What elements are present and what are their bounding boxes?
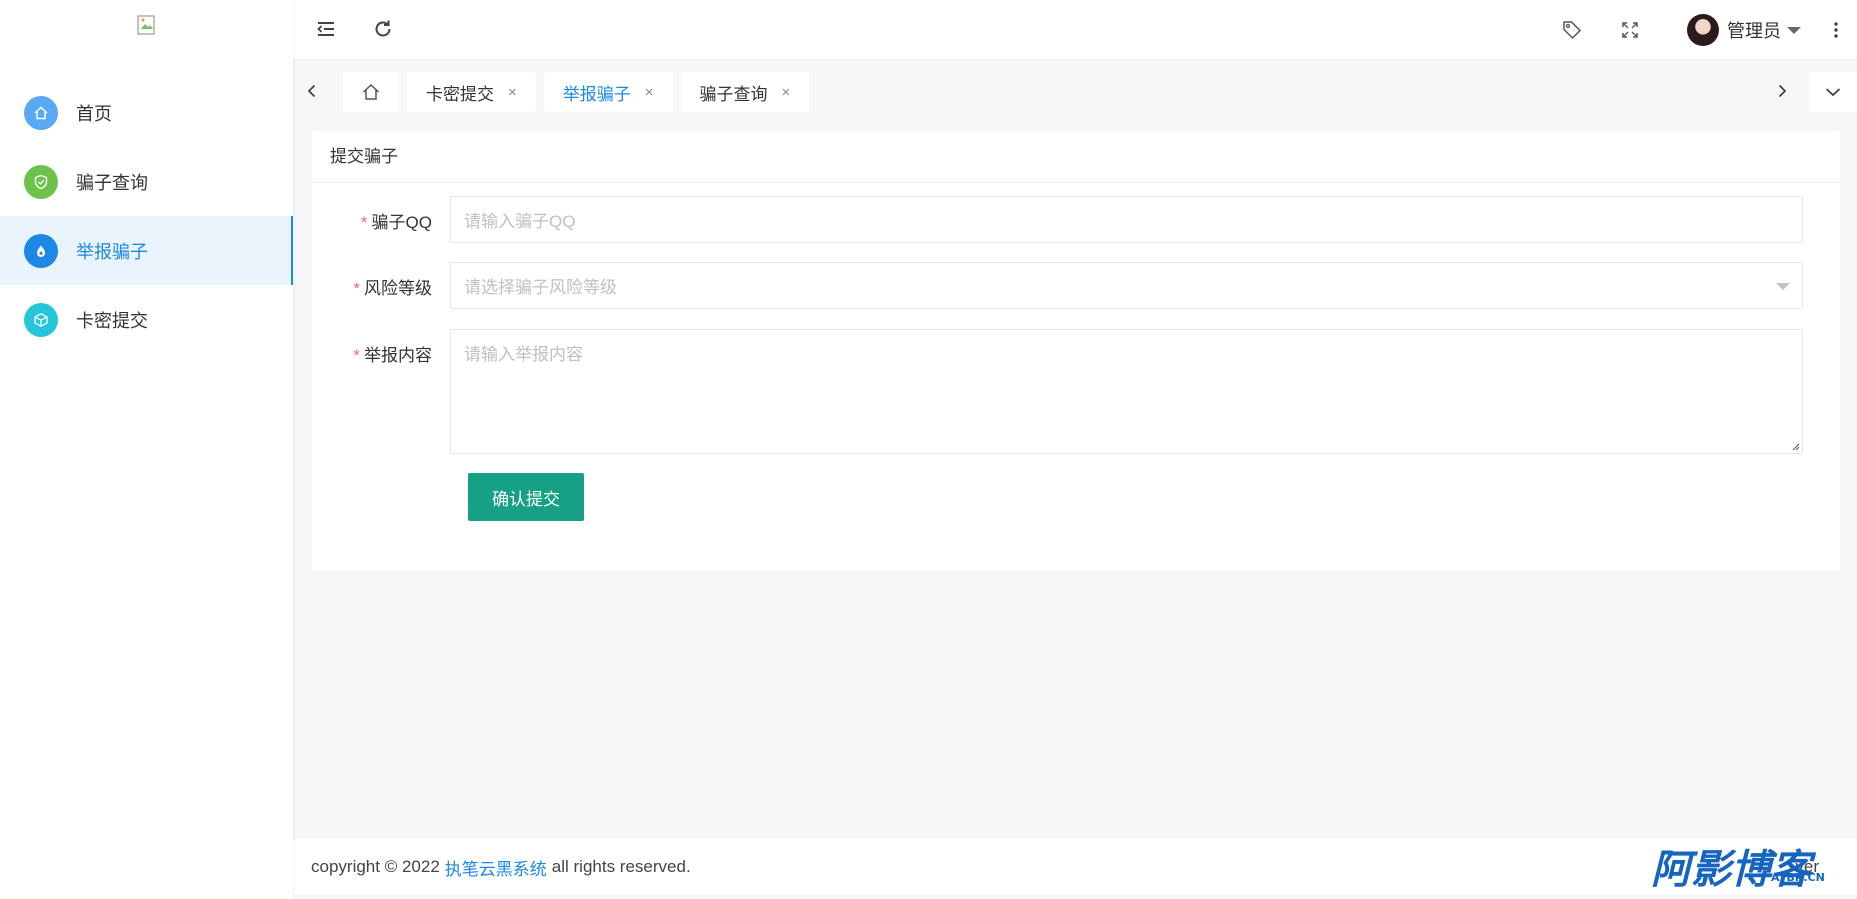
sidebar-item-label: 骗子查询 xyxy=(76,172,148,193)
footer: copyright © 2022 执笔云黑系统 all rights reser… xyxy=(293,839,1857,895)
tab-scroll-right-icon[interactable] xyxy=(1765,72,1799,110)
qq-label: 骗子QQ xyxy=(371,213,432,232)
tab-scroll-left-icon[interactable] xyxy=(295,72,329,110)
sidebar-item-scammer-query[interactable]: 骗子查询 xyxy=(0,147,293,216)
sidebar-item-label: 首页 xyxy=(76,103,112,124)
qq-placeholder: 请输入骗子QQ xyxy=(464,212,576,231)
card-title: 提交骗子 xyxy=(312,131,1840,183)
risk-level-select[interactable]: 请选择骗子风险等级 xyxy=(450,262,1803,309)
chevron-down-icon xyxy=(1825,88,1841,97)
alert-drop-icon xyxy=(24,233,58,268)
scammer-qq-input[interactable]: 请输入骗子QQ xyxy=(450,196,1803,243)
tab-card-submit[interactable]: 卡密提交 × xyxy=(407,72,536,112)
tab-label: 卡密提交 xyxy=(426,84,494,104)
sidebar-item-label: 卡密提交 xyxy=(76,310,148,331)
required-mark: * xyxy=(353,346,360,365)
tab-label: 骗子查询 xyxy=(699,84,768,104)
report-card: 提交骗子 * 骗子QQ 请输入骗子QQ * 风险等级 请选择骗子风险等级 * 举报内容… xyxy=(312,131,1840,571)
sidebar-item-report-scammer[interactable]: 举报骗子 xyxy=(0,216,293,285)
cube-icon xyxy=(24,302,58,337)
content-label: 举报内容 xyxy=(364,346,432,365)
user-name: 管理员 xyxy=(1727,21,1781,41)
sidebar-item-card-submit[interactable]: 卡密提交 xyxy=(0,285,293,354)
caret-down-icon xyxy=(1787,26,1801,34)
user-menu[interactable]: 管理员 xyxy=(1687,14,1801,46)
copyright-text: copyright © 2022 xyxy=(311,857,440,876)
caret-down-icon xyxy=(1776,283,1790,290)
avatar xyxy=(1687,14,1719,46)
sidebar-menu: 首页 骗子查询 举报骗子 卡密提交 xyxy=(0,78,293,354)
top-header: 管理员 xyxy=(293,0,1857,60)
sidebar-item-label: 举报骗子 xyxy=(76,241,148,262)
footer-system-link[interactable]: 执笔云黑系统 xyxy=(445,855,547,880)
sidebar: 首页 骗子查询 举报骗子 卡密提交 xyxy=(0,0,293,899)
required-mark: * xyxy=(360,213,368,232)
watermark-logo: 阿影博客 AYBK.CN xyxy=(1651,847,1825,893)
broken-image-icon xyxy=(136,14,158,36)
tab-label: 举报骗子 xyxy=(562,84,631,104)
tag-icon[interactable] xyxy=(1557,15,1587,45)
menu-collapse-icon[interactable] xyxy=(311,14,341,44)
required-mark: * xyxy=(353,279,360,298)
refresh-icon[interactable] xyxy=(368,14,398,44)
tab-home[interactable] xyxy=(343,72,399,112)
close-icon[interactable]: × xyxy=(508,84,517,101)
home-icon xyxy=(24,95,58,130)
tab-report-scammer[interactable]: 举报骗子 × xyxy=(543,72,673,112)
risk-placeholder: 请选择骗子风险等级 xyxy=(464,278,617,297)
tab-list: 卡密提交 × 举报骗子 × 骗子查询 × xyxy=(343,72,810,112)
svg-text:AYBK.CN: AYBK.CN xyxy=(1771,871,1825,884)
resize-handle-icon[interactable] xyxy=(1791,442,1800,451)
tabs-bar: 卡密提交 × 举报骗子 × 骗子查询 × xyxy=(293,60,1857,122)
svg-text:阿影博客: 阿影博客 xyxy=(1651,847,1817,893)
report-content-textarea[interactable]: 请输入举报内容 xyxy=(450,329,1803,454)
submit-button[interactable]: 确认提交 xyxy=(468,473,584,521)
close-icon[interactable]: × xyxy=(782,84,791,101)
form-row-qq: * 骗子QQ 请输入骗子QQ xyxy=(312,196,1803,243)
form-row-risk: * 风险等级 请选择骗子风险等级 xyxy=(312,262,1803,309)
form-row-content: * 举报内容 请输入举报内容 xyxy=(312,329,1803,454)
rights-text: all rights reserved. xyxy=(551,857,691,876)
sidebar-item-home[interactable]: 首页 xyxy=(0,78,293,147)
home-icon xyxy=(362,83,380,100)
fullscreen-icon[interactable] xyxy=(1615,15,1645,45)
tab-dropdown-button[interactable] xyxy=(1809,72,1857,112)
tab-scammer-query[interactable]: 骗子查询 × xyxy=(680,72,810,112)
risk-label: 风险等级 xyxy=(364,279,432,298)
shield-check-icon xyxy=(24,164,58,199)
close-icon[interactable]: × xyxy=(645,84,654,101)
content-placeholder: 请输入举报内容 xyxy=(464,345,583,364)
more-vertical-icon[interactable] xyxy=(1821,15,1851,45)
